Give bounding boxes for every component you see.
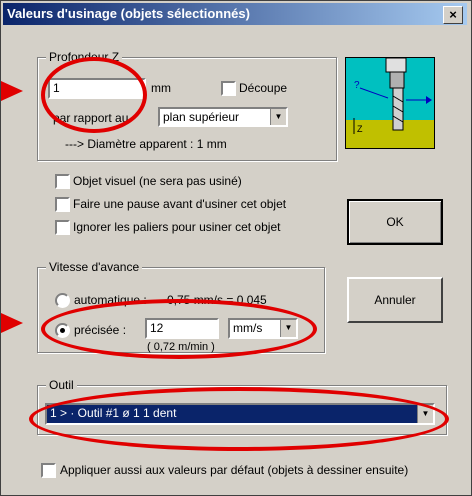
speed-conversion: ( 0,72 m/min ) xyxy=(147,341,215,353)
annotation-arrow-speed xyxy=(1,313,23,333)
ok-button[interactable]: OK xyxy=(347,199,443,245)
machining-values-dialog: Valeurs d'usinage (objets sélectionnés) … xyxy=(0,0,472,496)
ignorer-paliers-checkbox[interactable] xyxy=(55,220,70,235)
chevron-down-icon[interactable]: ▼ xyxy=(280,320,296,337)
depth-input[interactable]: 1 xyxy=(48,78,146,99)
chevron-down-icon[interactable]: ▼ xyxy=(417,405,433,423)
appliquer-label: Appliquer aussi aux valeurs par défaut (… xyxy=(60,463,409,477)
outil-legend: Outil xyxy=(46,378,77,392)
precisee-radio[interactable] xyxy=(55,323,70,338)
reference-select[interactable]: plan supérieur ▼ xyxy=(158,107,288,127)
milling-tool-icon: ? Z xyxy=(346,58,434,148)
precisee-label: précisée : xyxy=(74,323,127,337)
automatique-label: automatique : xyxy=(74,293,147,307)
dialog-title: Valeurs d'usinage (objets sélectionnés) xyxy=(7,6,250,21)
tool-diagram: ? Z xyxy=(345,57,435,149)
objet-visuel-checkbox[interactable] xyxy=(55,174,70,189)
decoupe-label: Découpe xyxy=(239,81,288,95)
reference-selected-value: plan supérieur xyxy=(163,110,240,124)
speed-unit-value: mm/s xyxy=(233,321,263,335)
pause-checkbox[interactable] xyxy=(55,197,70,212)
tool-selected-value: 1 > · Outil #1 ø 1 1 dent xyxy=(50,406,177,420)
appliquer-checkbox[interactable] xyxy=(41,463,56,478)
objet-visuel-label: Objet visuel (ne sera pas usiné) xyxy=(73,174,242,188)
ignorer-paliers-label: Ignorer les paliers pour usiner cet obje… xyxy=(73,220,281,234)
automatique-radio[interactable] xyxy=(55,293,70,308)
annuler-button[interactable]: Annuler xyxy=(347,277,443,323)
diametre-apparent: ---> Diamètre apparent : 1 mm xyxy=(65,137,227,151)
close-button[interactable]: × xyxy=(443,6,463,24)
pause-label: Faire une pause avant d'usiner cet objet xyxy=(73,197,287,211)
chevron-down-icon[interactable]: ▼ xyxy=(270,109,286,125)
automatique-value: 0,75 mm/s = 0,045 xyxy=(167,293,267,307)
speed-input[interactable]: 12 xyxy=(145,318,219,339)
speed-unit-select[interactable]: mm/s ▼ xyxy=(228,318,298,339)
vitesse-legend: Vitesse d'avance xyxy=(46,260,143,274)
z-axis-label: Z xyxy=(357,124,363,134)
depth-unit: mm xyxy=(151,81,171,95)
tool-select[interactable]: 1 > · Outil #1 ø 1 1 dent ▼ xyxy=(45,403,435,425)
decoupe-checkbox[interactable] xyxy=(221,81,236,96)
annotation-arrow-depth xyxy=(1,81,23,101)
title-bar[interactable]: Valeurs d'usinage (objets sélectionnés) … xyxy=(3,3,467,25)
par-rapport-label: par rapport au xyxy=(53,111,129,125)
svg-text:?: ? xyxy=(354,80,360,91)
profondeur-legend: Profondeur Z xyxy=(46,50,123,64)
